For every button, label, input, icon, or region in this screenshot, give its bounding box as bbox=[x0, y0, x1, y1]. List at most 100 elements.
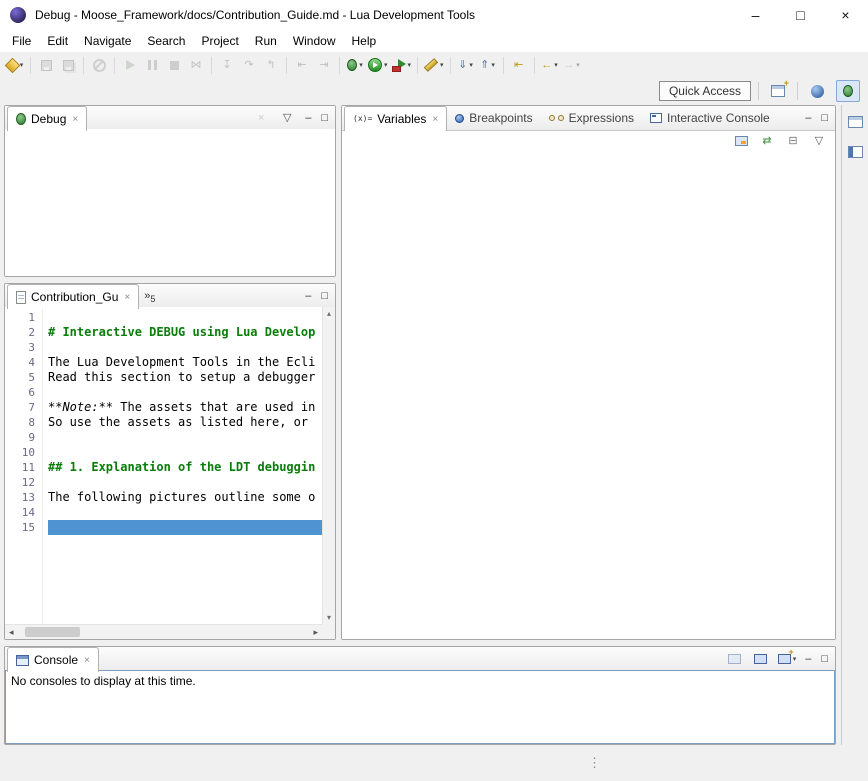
toolbar-separator bbox=[30, 57, 31, 74]
editor-horizontal-scrollbar[interactable]: ◂ ▸ bbox=[5, 624, 322, 639]
editor-view-controls: – □ bbox=[302, 284, 331, 308]
minimized-view-stack-2-button[interactable] bbox=[844, 141, 866, 163]
back-button[interactable]: ←▾ bbox=[539, 54, 561, 76]
console-view-maximize-button[interactable]: □ bbox=[818, 653, 831, 665]
new-wizard-button[interactable]: ▾ bbox=[4, 54, 26, 76]
next-annotation-dropdown[interactable]: ▾ bbox=[469, 61, 473, 69]
minimized-view-stack-1-button[interactable] bbox=[844, 111, 866, 133]
external-tools-dropdown[interactable]: ▾ bbox=[408, 61, 412, 69]
tab-close-button[interactable]: × bbox=[432, 114, 438, 125]
variables-view-maximize-button[interactable]: □ bbox=[818, 112, 831, 124]
suspend-icon bbox=[148, 60, 157, 70]
tab-variables[interactable]: (x)=Variables× bbox=[344, 106, 447, 131]
debug-view-minimize-button[interactable]: – bbox=[302, 112, 314, 124]
open-perspective-button[interactable] bbox=[766, 80, 790, 102]
menu-file[interactable]: File bbox=[4, 32, 39, 50]
back-dropdown[interactable]: ▾ bbox=[554, 61, 558, 69]
previous-annotation-dropdown[interactable]: ▾ bbox=[491, 61, 495, 69]
variables-view-content[interactable] bbox=[342, 152, 835, 639]
quick-access-field[interactable]: Quick Access bbox=[659, 81, 751, 101]
editor-view-maximize-button[interactable]: □ bbox=[318, 290, 331, 302]
last-edit-location-button[interactable]: ⇤ bbox=[508, 54, 530, 76]
run-dropdown[interactable]: ▾ bbox=[384, 61, 388, 69]
code-segment: ## 1. Explanation of the LDT debuggin bbox=[48, 460, 315, 474]
debug-dropdown[interactable]: ▾ bbox=[359, 61, 363, 69]
debug-view-menu-button[interactable]: ▽ bbox=[276, 107, 298, 129]
hscroll-right-icon[interactable]: ▸ bbox=[313, 627, 318, 638]
pin-console-button bbox=[724, 648, 746, 670]
hscroll-left-icon[interactable]: ◂ bbox=[9, 627, 14, 638]
line-number: 3 bbox=[5, 340, 42, 355]
debug-button[interactable]: ▾ bbox=[344, 54, 366, 76]
editor-view-minimize-button[interactable]: – bbox=[302, 290, 314, 302]
line-number: 2 bbox=[5, 325, 42, 340]
tab-breakpoints[interactable]: Breakpoints bbox=[447, 106, 540, 130]
tab-console[interactable]: Console× bbox=[7, 647, 99, 672]
mark-occurrences-dropdown[interactable]: ▾ bbox=[440, 61, 444, 69]
show-logical-structure-button[interactable] bbox=[730, 130, 752, 152]
code-line-10 bbox=[48, 445, 322, 460]
variables-view-minimize-button[interactable]: – bbox=[802, 112, 814, 124]
toolbar-separator bbox=[83, 57, 84, 74]
skip-all-breakpoints-icon bbox=[93, 59, 106, 72]
window-title: Debug - Moose_Framework/docs/Contributio… bbox=[35, 8, 733, 22]
link-with-editor-button[interactable]: ⇄ bbox=[756, 130, 778, 152]
next-annotation-button[interactable]: ⇓▾ bbox=[455, 54, 477, 76]
menu-run[interactable]: Run bbox=[247, 32, 285, 50]
debug-view-content[interactable] bbox=[5, 129, 335, 276]
vars-icon: (x)= bbox=[353, 115, 372, 123]
editor-gutter[interactable]: 123456789101112131415 bbox=[5, 307, 43, 624]
window-maximize-button[interactable]: □ bbox=[778, 0, 823, 30]
debug-view-tabs: Debug× bbox=[7, 106, 87, 130]
menu-help[interactable]: Help bbox=[344, 32, 385, 50]
run-button[interactable]: ▾ bbox=[366, 54, 390, 76]
tab-contribution-gu[interactable]: Contribution_Gu× bbox=[7, 284, 139, 309]
disconnect-button: ⋈ bbox=[185, 54, 207, 76]
tab-close-button[interactable]: × bbox=[84, 655, 90, 666]
editor-tabs: Contribution_Gu× bbox=[7, 284, 139, 308]
window-minimize-button[interactable]: – bbox=[733, 0, 778, 30]
tab-expressions[interactable]: Expressions bbox=[541, 106, 642, 130]
sash-handle[interactable]: ⋮ bbox=[588, 755, 601, 771]
window-close-button[interactable]: × bbox=[823, 0, 868, 30]
perspective-divider bbox=[797, 82, 798, 100]
status-bar: ⋮ bbox=[0, 745, 868, 781]
console-view-content[interactable]: No consoles to display at this time. bbox=[5, 670, 835, 744]
collapse-all-button[interactable]: ⊟ bbox=[782, 130, 804, 152]
tab-debug[interactable]: Debug× bbox=[7, 106, 87, 131]
breakpoint-icon bbox=[455, 114, 464, 123]
bug-icon bbox=[16, 113, 26, 125]
code-line-9 bbox=[48, 430, 322, 445]
code-segment: The following pictures outline some o bbox=[48, 490, 315, 504]
use-step-filters-button: ⇥ bbox=[313, 54, 335, 76]
editor-code-area[interactable]: # Interactive DEBUG using Lua DevelopThe… bbox=[44, 307, 322, 624]
ldt-perspective-button[interactable] bbox=[805, 80, 829, 102]
hscroll-thumb[interactable] bbox=[25, 627, 80, 637]
debug-perspective-button[interactable] bbox=[836, 80, 860, 102]
menu-project[interactable]: Project bbox=[193, 32, 246, 50]
tab-interactive-console[interactable]: Interactive Console bbox=[642, 106, 778, 130]
previous-annotation-button[interactable]: ⇑▾ bbox=[477, 54, 499, 76]
external-tools-button[interactable]: ▾ bbox=[390, 54, 414, 76]
tab-label: Interactive Console bbox=[667, 111, 770, 125]
menu-edit[interactable]: Edit bbox=[39, 32, 76, 50]
line-number: 12 bbox=[5, 475, 42, 490]
open-console-button[interactable]: ▾ bbox=[776, 648, 799, 670]
display-selected-console-button[interactable] bbox=[750, 648, 772, 670]
overflow-count: 5 bbox=[150, 294, 155, 304]
debug-view-maximize-button[interactable]: □ bbox=[318, 112, 331, 124]
tab-close-button[interactable]: × bbox=[72, 114, 78, 125]
menu-navigate[interactable]: Navigate bbox=[76, 32, 139, 50]
tab-label: Expressions bbox=[569, 111, 634, 125]
console-view-minimize-button[interactable]: – bbox=[802, 653, 814, 665]
vscroll-up-icon[interactable]: ▴ bbox=[327, 309, 331, 318]
tab-close-button[interactable]: × bbox=[124, 292, 130, 303]
variables-view-menu-button[interactable]: ▽ bbox=[808, 130, 830, 152]
editor-tab-overflow[interactable]: » 5 bbox=[144, 284, 155, 308]
vscroll-down-icon[interactable]: ▾ bbox=[327, 613, 331, 622]
menu-search[interactable]: Search bbox=[139, 32, 193, 50]
mark-occurrences-button[interactable]: ▾ bbox=[422, 54, 446, 76]
menu-window[interactable]: Window bbox=[285, 32, 344, 50]
editor-vertical-scrollbar[interactable]: ▴ ▾ bbox=[322, 307, 335, 624]
forward-dropdown[interactable]: ▾ bbox=[576, 61, 580, 69]
